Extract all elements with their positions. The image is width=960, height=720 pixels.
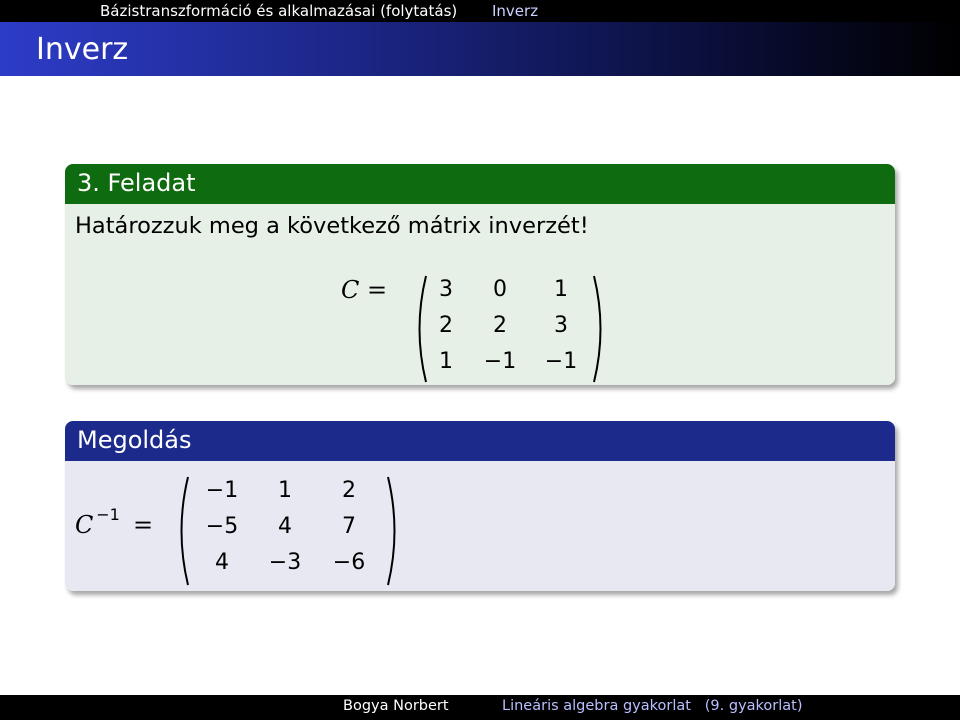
left-paren [180, 476, 189, 586]
footer-bar: Bogya Norbert Lineáris algebra gyakorlat… [0, 695, 960, 720]
inverse-cell: −6 [332, 550, 366, 575]
matrix-c-cell: 0 [493, 277, 507, 302]
frame-title: Inverz [36, 32, 129, 67]
inverse-equals: = [133, 511, 154, 539]
exercise-text: Határozzuk meg a következő mátrix inverz… [75, 213, 589, 239]
matrix-c-cell: 2 [493, 313, 507, 338]
matrix-c-label: C = [341, 276, 388, 304]
footer-author[interactable]: Bogya Norbert [343, 698, 449, 714]
footer-course[interactable]: Lineáris algebra gyakorlat (9. gyakorlat… [502, 698, 803, 714]
right-paren [387, 476, 396, 586]
right-paren [593, 275, 602, 383]
matrix-c-cell: 1 [439, 349, 453, 374]
inverse-cell: 1 [278, 478, 292, 503]
matrix-c-cell: −1 [544, 349, 578, 374]
inverse-cell: 4 [215, 550, 229, 575]
inverse-cell: −1 [205, 478, 239, 503]
matrix-c-cell: 1 [554, 277, 568, 302]
matrix-c-cell: 2 [439, 313, 453, 338]
matrix-c-cell: −1 [483, 349, 517, 374]
section-title[interactable]: Bázistranszformáció és alkalmazásai (fol… [100, 2, 457, 20]
inverse-cell: 2 [342, 478, 356, 503]
matrix-c-cell: 3 [439, 277, 453, 302]
inverse-cell: −5 [205, 514, 239, 539]
inverse-cell: 4 [278, 514, 292, 539]
exercise-body: Határozzuk meg a következő mátrix inverz… [65, 204, 895, 385]
inverse-cell: 7 [342, 514, 356, 539]
headline-bar: Bázistranszformáció és alkalmazásai (fol… [0, 0, 960, 22]
matrix-c-cell: 3 [554, 313, 568, 338]
exercise-block: 3. Feladat Határozzuk meg a következő má… [65, 164, 895, 385]
solution-title: Megoldás [65, 421, 895, 461]
solution-block: Megoldás C −1 = −1 1 2 −5 4 7 4 −3 −6 [65, 421, 895, 591]
inverse-exponent: −1 [96, 505, 120, 524]
inverse-cell: −3 [268, 550, 302, 575]
frame-title-bar: Inverz [0, 22, 960, 76]
solution-body: C −1 = −1 1 2 −5 4 7 4 −3 −6 [65, 461, 895, 591]
subsection-title[interactable]: Inverz [492, 2, 538, 20]
exercise-title: 3. Feladat [65, 164, 895, 204]
